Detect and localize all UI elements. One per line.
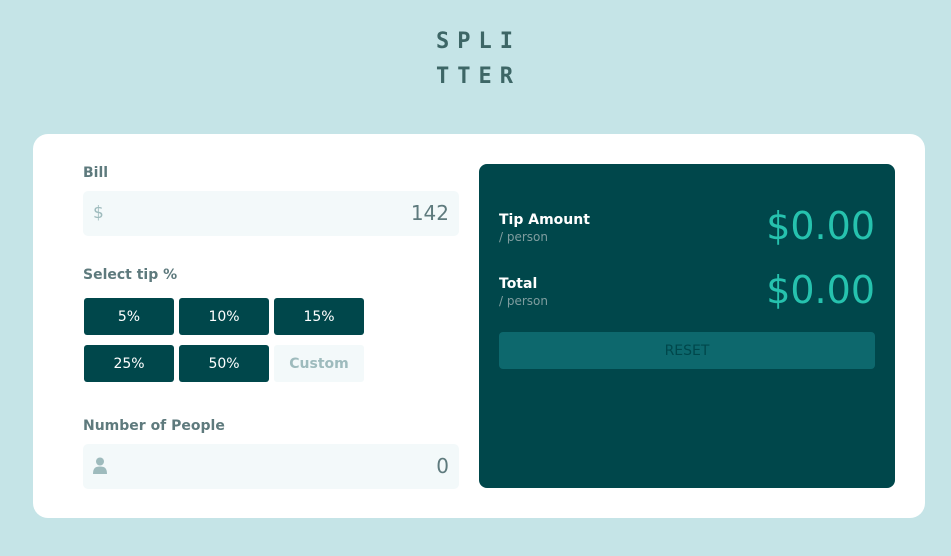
tip-button-15[interactable]: 15% [274, 298, 364, 335]
dollar-icon: $ [93, 203, 104, 223]
tip-amount-subtitle: / person [499, 230, 548, 244]
bill-field[interactable]: $ 142 [83, 191, 459, 236]
people-field[interactable]: 0 [83, 444, 459, 489]
tip-button-50[interactable]: 50% [179, 345, 269, 382]
people-label: Number of People [83, 418, 225, 434]
bill-input-value: 142 [410, 201, 449, 225]
tip-button-5[interactable]: 5% [84, 298, 174, 335]
total-value: $0.00 [766, 268, 875, 312]
custom-tip-input[interactable]: Custom [274, 345, 364, 382]
tip-amount-title: Tip Amount [499, 212, 590, 228]
tip-amount-value: $0.00 [766, 204, 875, 248]
logo-line-2: TTER [436, 64, 521, 89]
bill-label: Bill [83, 165, 109, 181]
app-logo: SPLI TTER [436, 24, 536, 94]
person-icon [93, 457, 107, 479]
people-input-value: 0 [436, 454, 449, 478]
total-title: Total [499, 276, 538, 292]
results-panel: Tip Amount / person $0.00 Total / person… [479, 164, 895, 488]
total-subtitle: / person [499, 294, 548, 308]
select-tip-label: Select tip % [83, 267, 178, 283]
tip-button-25[interactable]: 25% [84, 345, 174, 382]
total-row: Total / person $0.00 [499, 268, 875, 320]
reset-button[interactable]: RESET [499, 332, 875, 369]
logo-line-1: SPLI [436, 29, 521, 54]
tip-button-10[interactable]: 10% [179, 298, 269, 335]
calculator-card: Bill $ 142 Select tip % 5% 10% 15% 25% 5… [33, 134, 925, 518]
tip-amount-row: Tip Amount / person $0.00 [499, 204, 875, 256]
